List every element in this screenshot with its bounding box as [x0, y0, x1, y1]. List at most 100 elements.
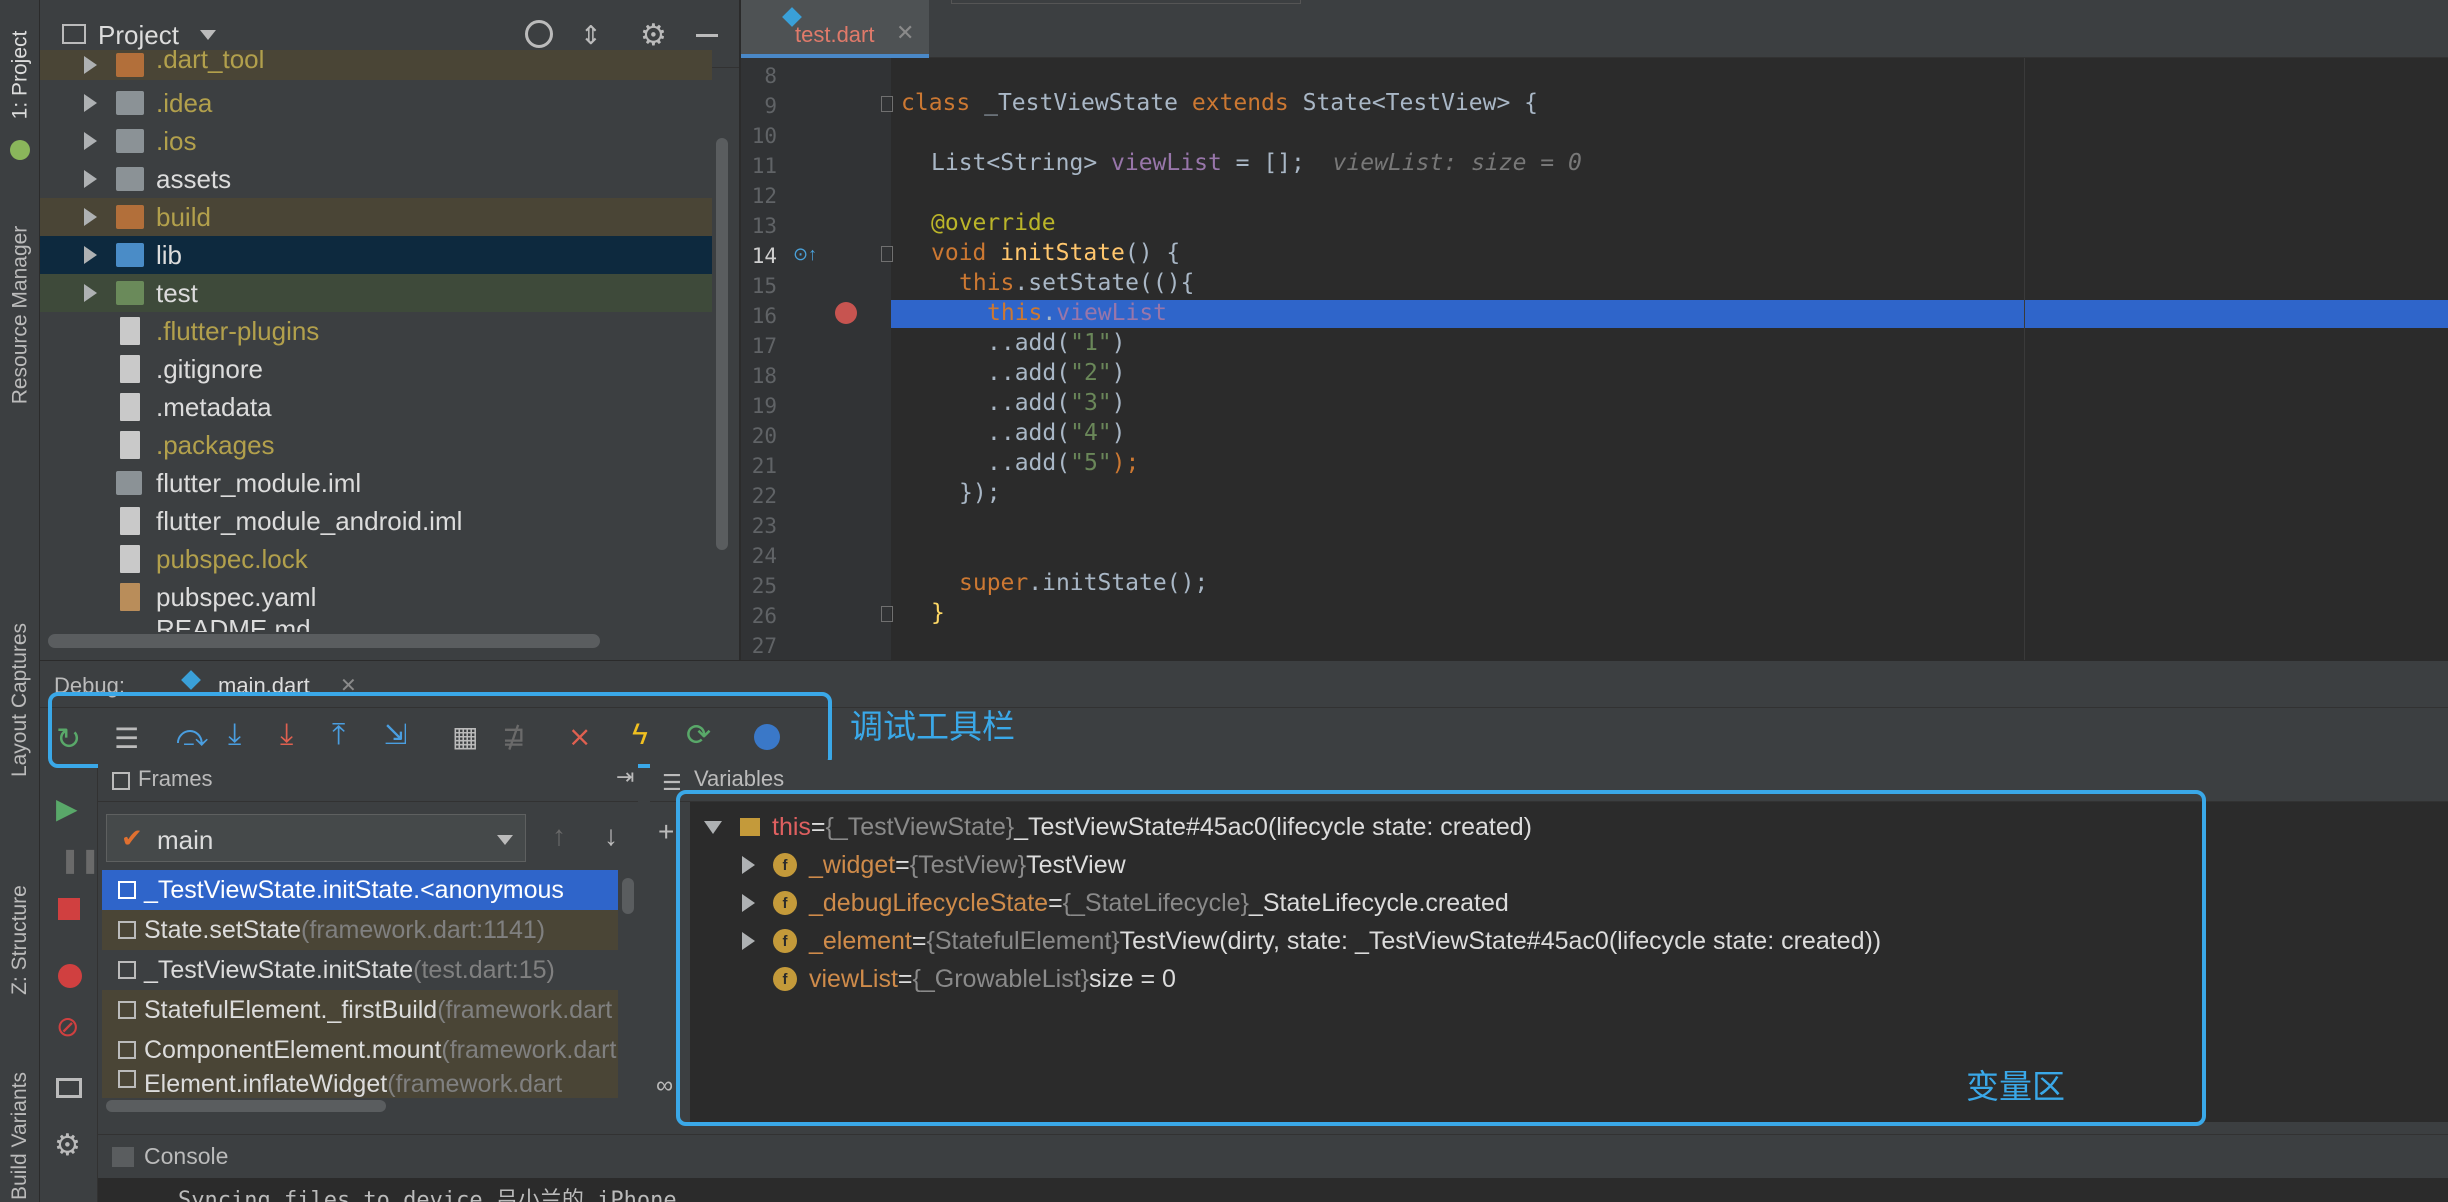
toolbar-field: [951, 0, 1301, 4]
tree-item-assets[interactable]: assets: [40, 160, 712, 198]
tree-item-pubspec-yaml[interactable]: pubspec.yaml: [40, 578, 712, 616]
tree-item-flutter-module-android-iml[interactable]: flutter_module_android.iml: [40, 502, 712, 540]
line-number: 20: [751, 424, 777, 448]
tab-project[interactable]: 1: Project: [0, 0, 40, 150]
code-line-21: ..add("5");: [987, 450, 1140, 476]
tree-item-label: .dart_tool: [156, 50, 265, 74]
project-title[interactable]: Project: [98, 20, 179, 51]
tree-item-ios[interactable]: .ios: [40, 122, 712, 160]
frame-method: _TestViewState.initState: [144, 955, 414, 984]
file-icon: [120, 393, 140, 421]
view-breakpoints-icon[interactable]: [58, 964, 82, 988]
code-editor: test.dart ✕ 8 9 10 11 12 13 14 15 16 17 …: [741, 0, 2448, 660]
tree-item-flutter-module-iml[interactable]: flutter_module.iml: [40, 464, 712, 502]
tree-item-idea[interactable]: .idea: [40, 84, 712, 122]
tree-item-label: README.md: [156, 616, 311, 632]
project-horizontal-scrollbar[interactable]: [48, 634, 600, 648]
line-number: 19: [751, 394, 777, 418]
expand-arrow-icon[interactable]: [84, 94, 97, 112]
expand-arrow-icon[interactable]: [84, 170, 97, 188]
tree-item-test[interactable]: test: [40, 274, 712, 312]
tree-item-label: .metadata: [156, 391, 272, 422]
expand-arrow-icon[interactable]: [84, 208, 97, 226]
expand-arrow-icon[interactable]: [84, 246, 97, 264]
project-vertical-scrollbar[interactable]: [716, 138, 728, 550]
add-watch-icon[interactable]: +: [658, 816, 674, 848]
fold-icon[interactable]: [881, 606, 893, 622]
resume-icon[interactable]: ▶: [56, 792, 78, 825]
tab-layout-captures-label: Layout Captures: [8, 622, 32, 778]
chevron-down-icon[interactable]: [200, 30, 216, 40]
fold-icon[interactable]: [881, 246, 893, 262]
pause-icon[interactable]: ❚❚: [60, 846, 100, 875]
tree-item-metadata[interactable]: .metadata: [40, 388, 712, 426]
settings-gear-icon[interactable]: ⚙: [54, 1128, 81, 1163]
tree-item-readme[interactable]: README.md: [40, 616, 712, 632]
line-number: 8: [764, 64, 777, 88]
frame-method: ComponentElement.mount: [144, 1035, 442, 1064]
close-icon[interactable]: ✕: [896, 20, 914, 46]
tree-item-label: .flutter-plugins: [156, 315, 320, 346]
line-number: 18: [751, 364, 777, 388]
next-frame-icon[interactable]: ↓: [604, 820, 618, 852]
tree-item-flutter-plugins[interactable]: .flutter-plugins: [40, 312, 712, 350]
breakpoint-icon[interactable]: [835, 302, 857, 324]
thread-select[interactable]: ✔ main: [106, 814, 526, 862]
frame-location: (framework.dart: [441, 1035, 617, 1064]
frames-vertical-scrollbar[interactable]: [622, 878, 634, 914]
minimize-icon[interactable]: [696, 34, 718, 37]
tab-structure[interactable]: Z: Structure: [0, 860, 40, 1020]
line-number: 23: [751, 514, 777, 538]
frame-row[interactable]: StatefulElement._firstBuild (framework.d…: [102, 990, 618, 1030]
locate-icon[interactable]: [525, 20, 553, 48]
expand-arrow-icon[interactable]: [84, 56, 97, 74]
collapse-all-icon[interactable]: ⇕: [580, 20, 602, 51]
editor-gutter: 8 9 10 11 12 13 14 15 16 17 18 19 20 21 …: [741, 58, 893, 660]
mute-breakpoints-icon[interactable]: ⊘: [56, 1010, 79, 1043]
tab-build-variants[interactable]: Build Variants: [0, 1070, 40, 1202]
line-number: 11: [751, 154, 777, 178]
tab-test-dart[interactable]: test.dart ✕: [741, 0, 929, 58]
frame-row[interactable]: _TestViewState.initState (test.dart:15): [102, 950, 618, 990]
frame-row[interactable]: State.setState (framework.dart:1141): [102, 910, 618, 950]
stop-icon[interactable]: [58, 898, 80, 920]
expand-arrow-icon[interactable]: [84, 284, 97, 302]
console-header: Console: [98, 1134, 2448, 1178]
line-number: 27: [751, 634, 777, 658]
previous-frame-icon[interactable]: ↑: [552, 820, 566, 852]
frame-row[interactable]: ComponentElement.mount (framework.dart: [102, 1030, 618, 1070]
code-line-20: ..add("4"): [987, 420, 1126, 446]
code-line-17: ..add("1"): [987, 330, 1126, 356]
toolbar-annotation-label: 调试工具栏: [850, 708, 1015, 745]
expand-arrow-icon[interactable]: [84, 132, 97, 150]
glasses-icon[interactable]: ∞: [656, 1072, 673, 1100]
tree-item-label: build: [156, 201, 211, 232]
tree-item-pubspec-lock[interactable]: pubspec.lock: [40, 540, 712, 578]
tree-item-gitignore[interactable]: .gitignore: [40, 350, 712, 388]
frame-row-selected[interactable]: _TestViewState.initState.<anonymous: [102, 870, 618, 910]
layout-icon[interactable]: [56, 1078, 82, 1098]
tree-item-packages[interactable]: .packages: [40, 426, 712, 464]
tree-item-build[interactable]: build: [40, 198, 712, 236]
file-icon: [120, 507, 140, 535]
frame-location: (framework.dart: [437, 995, 613, 1024]
tree-item-label: .gitignore: [156, 353, 263, 384]
gear-icon[interactable]: ⚙: [640, 18, 667, 53]
tab-resource-manager-label: Resource Manager: [8, 225, 31, 405]
tab-resource-manager[interactable]: Resource Manager: [0, 200, 40, 430]
line-number: 10: [751, 124, 777, 148]
tree-item-dart-tool[interactable]: .dart_tool: [40, 50, 712, 80]
code-line-19: ..add("3"): [987, 390, 1126, 416]
frame-row[interactable]: Element.inflateWidget (framework.dart: [102, 1070, 618, 1098]
frames-horizontal-scrollbar[interactable]: [106, 1100, 386, 1112]
yaml-file-icon: [120, 583, 140, 611]
line-number: 22: [751, 484, 777, 508]
console-tab[interactable]: Console: [144, 1143, 228, 1170]
tab-layout-captures[interactable]: Layout Captures: [0, 600, 40, 800]
override-marker-icon[interactable]: ⊙↑: [793, 244, 817, 265]
code-line-22: });: [959, 480, 1001, 506]
line-number: 12: [751, 184, 777, 208]
fold-icon[interactable]: [881, 96, 893, 112]
tree-item-lib[interactable]: lib: [40, 236, 712, 274]
pin-icon[interactable]: ⇥: [616, 764, 634, 790]
